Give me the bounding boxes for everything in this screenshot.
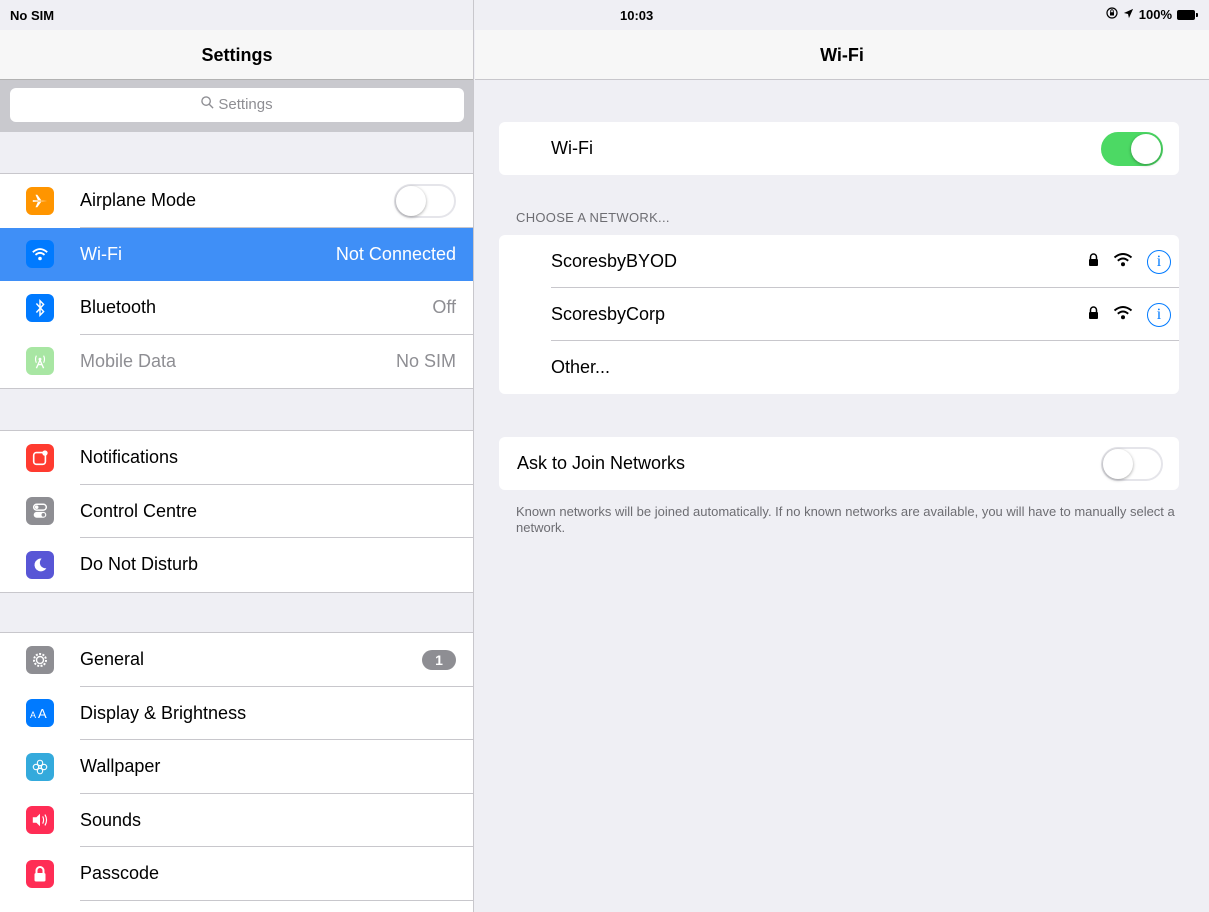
sidebar-item-label: Do Not Disturb (80, 554, 199, 575)
network-row[interactable]: ScoresbyBYOD i (499, 235, 1179, 288)
ask-to-join-card: Ask to Join Networks (499, 437, 1179, 490)
network-name: ScoresbyCorp (551, 304, 666, 324)
settings-master-pane: Settings Settings Airplane Mode Wi-Fi No… (0, 0, 474, 912)
toggle-knob (396, 185, 426, 216)
sidebar-item-label: General (80, 649, 145, 670)
notifications-group: Notifications Control Centre Do Not Dist… (0, 430, 473, 593)
location-icon (1123, 7, 1134, 22)
network-row[interactable]: ScoresbyCorp i (499, 288, 1179, 341)
sidebar-item-label: Bluetooth (80, 297, 157, 318)
sidebar-item-mobile-data[interactable]: Mobile Data No SIM (0, 335, 473, 389)
carrier-label: No SIM (10, 8, 55, 23)
battery-icon (1177, 9, 1198, 20)
ask-to-join-label: Ask to Join Networks (517, 453, 686, 473)
sidebar-item-label: Wi-Fi (80, 243, 122, 264)
mobile-data-status-value: No SIM (395, 350, 456, 371)
sidebar-item-label: Control Centre (80, 500, 198, 521)
moon-icon (26, 550, 54, 579)
choose-network-header: CHOOSE A NETWORK... (516, 210, 670, 225)
sidebar-item-label: Wallpaper (80, 756, 161, 777)
gear-icon (26, 645, 54, 674)
update-badge: 1 (422, 649, 456, 670)
wifi-toggle-card: Wi-Fi (499, 122, 1179, 175)
ask-to-join-footnote: Known networks will be joined automatica… (516, 504, 1175, 535)
connectivity-group: Airplane Mode Wi-Fi Not Connected Blueto… (0, 173, 473, 389)
sidebar-item-label: Mobile Data (80, 350, 177, 371)
svg-text:A: A (38, 706, 47, 720)
wifi-signal-icon (1113, 304, 1133, 325)
sidebar-item-label: Airplane Mode (80, 190, 197, 211)
sidebar-item-sounds[interactable]: Sounds (0, 794, 473, 847)
network-list: ScoresbyBYOD i ScoresbyCorp i Other... (499, 235, 1179, 394)
network-name: ScoresbyBYOD (551, 251, 678, 271)
lock-icon (1088, 251, 1099, 272)
airplane-icon (26, 186, 54, 215)
wifi-toggle-row[interactable]: Wi-Fi (499, 122, 1179, 175)
search-input[interactable]: Settings (10, 88, 464, 122)
network-status-icons: i (1088, 302, 1171, 327)
bluetooth-status-value: Off (432, 297, 456, 318)
toggle-knob (1103, 448, 1133, 479)
wifi-status-value: Not Connected (335, 243, 456, 264)
ask-to-join-row[interactable]: Ask to Join Networks (499, 437, 1179, 490)
lock-icon (1088, 304, 1099, 325)
lock-icon (26, 859, 54, 888)
info-icon[interactable]: i (1147, 249, 1171, 274)
text-size-icon: AA (26, 699, 54, 728)
sidebar-item-label: Display & Brightness (80, 702, 247, 723)
wifi-toggle[interactable] (1101, 131, 1163, 166)
sidebar-item-partial[interactable] (0, 901, 473, 912)
other-network-label: Other... (551, 357, 611, 377)
search-area: Settings (0, 80, 473, 132)
network-status-icons: i (1088, 249, 1171, 274)
wifi-signal-icon (1113, 251, 1133, 272)
sidebar-item-control-centre[interactable]: Control Centre (0, 485, 473, 538)
sidebar-item-general[interactable]: General 1 (0, 633, 473, 687)
search-icon (201, 88, 214, 122)
airplane-mode-toggle[interactable] (394, 183, 456, 218)
rotation-lock-icon (1106, 7, 1118, 22)
wifi-nav-bar: Wi-Fi (475, 30, 1209, 80)
svg-text:A: A (30, 710, 36, 720)
control-centre-icon (26, 497, 54, 526)
sidebar-item-notifications[interactable]: Notifications (0, 431, 473, 485)
sidebar-item-label: Sounds (80, 809, 142, 830)
ask-to-join-toggle[interactable] (1101, 446, 1163, 481)
sidebar-item-do-not-disturb[interactable]: Do Not Disturb (0, 538, 473, 592)
notifications-icon (26, 443, 54, 472)
flower-icon (26, 752, 54, 781)
sidebar-item-passcode[interactable]: Passcode (0, 847, 473, 901)
sidebar-item-label: Passcode (80, 863, 160, 884)
sidebar-item-wifi[interactable]: Wi-Fi Not Connected (0, 227, 473, 281)
sidebar-item-label: Notifications (80, 447, 179, 468)
antenna-icon (26, 347, 54, 376)
sidebar-item-bluetooth[interactable]: Bluetooth Off (0, 281, 473, 335)
sidebar-item-wallpaper[interactable]: Wallpaper (0, 740, 473, 794)
wifi-label: Wi-Fi (551, 138, 593, 158)
clock: 10:03 (620, 8, 654, 23)
bluetooth-icon (26, 293, 54, 322)
settings-nav-bar: Settings (0, 30, 473, 80)
page-title: Settings (201, 45, 273, 65)
general-group: General 1 AA Display & Brightness Wallpa… (0, 632, 473, 912)
detail-title: Wi-Fi (820, 45, 864, 65)
info-icon[interactable]: i (1147, 302, 1171, 327)
search-placeholder: Settings (218, 96, 273, 113)
sidebar-item-airplane-mode[interactable]: Airplane Mode (0, 174, 473, 228)
wifi-icon (26, 240, 54, 269)
battery-percent: 100% (1138, 7, 1172, 22)
other-network-row[interactable]: Other... (499, 341, 1179, 394)
status-indicators: 100% (1106, 7, 1198, 22)
toggle-knob (1131, 133, 1161, 164)
sidebar-item-display-brightness[interactable]: AA Display & Brightness (0, 687, 473, 740)
wifi-detail-pane: Wi-Fi Wi-Fi CHOOSE A NETWORK... Scoresby… (475, 0, 1209, 912)
speaker-icon (26, 806, 54, 835)
status-bar: No SIM 10:03 100% (0, 0, 1209, 30)
